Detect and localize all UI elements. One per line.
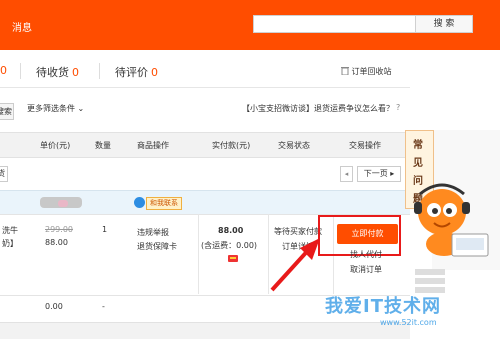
return-guarantee-link[interactable]: 退货保障卡 (137, 241, 177, 252)
tab-divider (99, 63, 100, 79)
tab-pending-receive[interactable]: 待收货 0 (36, 64, 79, 80)
table-header: 单价(元) 数量 商品操作 实付款(元) 交易状态 交易操作 (0, 132, 410, 158)
more-filters-toggle[interactable]: 更多筛选条件 ⌄ (27, 103, 84, 114)
col-status: 交易状态 (278, 141, 310, 150)
tab-count: 0 (72, 66, 79, 79)
col-product-ops: 商品操作 (137, 141, 169, 150)
proxy-pay-link[interactable]: 找人代付 (350, 249, 382, 260)
annotation-arrow-icon (270, 238, 320, 292)
tab-divider (20, 63, 21, 79)
product-title-line1[interactable]: 洗牛 (2, 225, 18, 236)
faq-char: 常 (413, 140, 423, 151)
column-divider (198, 214, 199, 294)
faq-char: 见 (413, 158, 423, 169)
original-price: 299.00 (45, 225, 73, 234)
blurred-shop-mark (58, 200, 68, 207)
help-icon[interactable]: ? (396, 103, 406, 113)
shipping-fee: (含运费：0.00) (201, 241, 258, 250)
tab-count: 0 (151, 66, 158, 79)
col-paid: 实付款(元) (212, 141, 251, 150)
col-trade-ops: 交易操作 (349, 141, 381, 150)
order-recycle-bin-link[interactable]: 订单回收站 (341, 66, 392, 77)
quantity-dash: - (102, 302, 105, 311)
quantity: 1 (102, 225, 108, 234)
dispute-notice-link[interactable]: 【小宝支招微访谈】退货运费争议怎么看？ (242, 103, 394, 114)
search-input[interactable] (253, 15, 416, 33)
watermark: 我爱IT技术网 (325, 296, 441, 317)
trash-icon (341, 67, 349, 76)
credit-card-icon (228, 255, 238, 262)
order-search-button[interactable]: 搜索 (0, 103, 14, 120)
col-quantity: 数量 (95, 141, 111, 150)
next-order-header (0, 322, 410, 339)
cancel-order-link[interactable]: 取消订单 (350, 264, 382, 275)
select-all-stub[interactable]: 货 (0, 166, 8, 182)
watermark-url: www.52it.com (380, 318, 437, 327)
unit-price: 88.00 (45, 238, 68, 247)
recycle-label: 订单回收站 (351, 67, 392, 76)
mascot-icon (414, 183, 489, 257)
prev-page-button[interactable]: ◂ (340, 166, 353, 182)
tab-label: 待收货 (36, 66, 69, 79)
search-button[interactable]: 搜 索 (415, 15, 473, 33)
messages-link[interactable]: 消息 (12, 19, 32, 34)
next-page-button[interactable]: 下一页 ▸ (357, 166, 401, 182)
tab-pending-review[interactable]: 待评价 0 (115, 64, 158, 80)
total-paid: 88.00 (218, 226, 244, 235)
tab-count: 0 (0, 64, 7, 77)
tab-pending-ship[interactable]: 0 (0, 64, 7, 77)
report-link[interactable]: 违规举报 (137, 227, 169, 238)
unit-price: 0.00 (45, 302, 63, 311)
col-unit-price: 单价(元) (40, 141, 71, 150)
tab-label: 待评价 (115, 66, 148, 79)
chat-icon (134, 197, 145, 208)
contact-label: 和我联系 (146, 197, 182, 210)
product-title-line2[interactable]: 奶】 (2, 238, 18, 249)
